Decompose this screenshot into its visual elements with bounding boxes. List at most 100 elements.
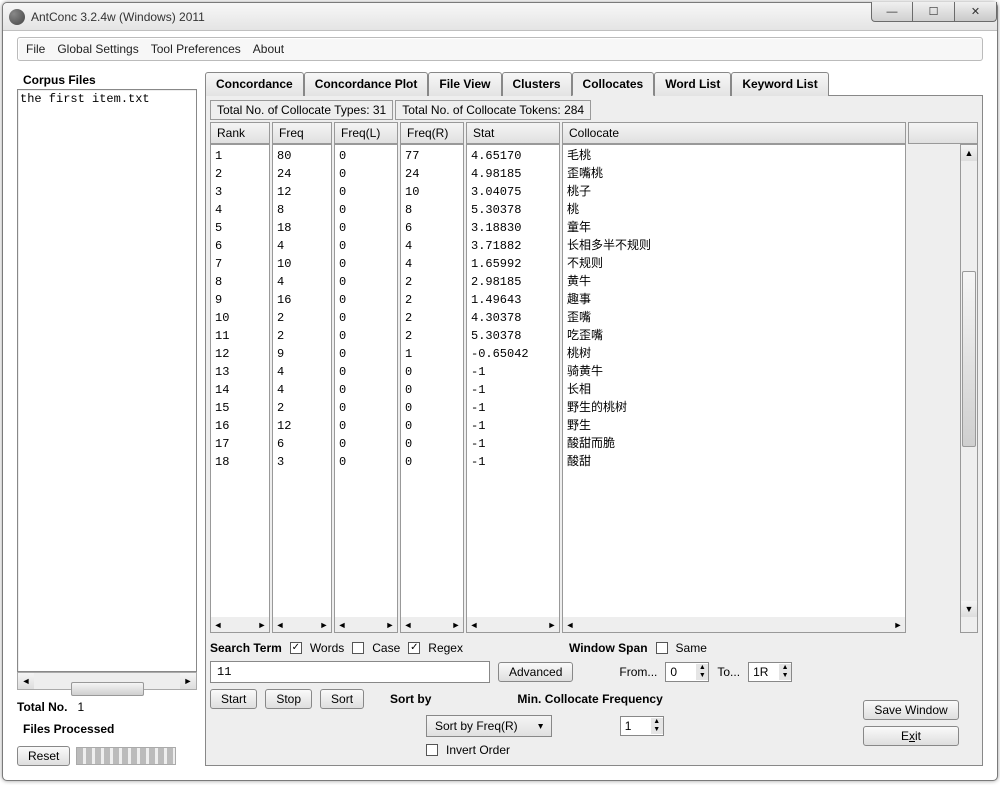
corpus-file-item[interactable]: the first item.txt [20,92,194,106]
table-cell: 0 [405,381,459,399]
tab-collocates[interactable]: Collocates [572,72,655,96]
column-hscroll[interactable]: ◄► [272,617,332,633]
to-spinner[interactable]: ▲▼ [748,662,792,682]
table-cell: 4 [215,201,265,219]
sort-button[interactable]: Sort [320,689,364,709]
column-body-stat[interactable]: 4.651704.981853.040755.303783.188303.718… [466,144,560,618]
invert-order-checkbox[interactable] [426,744,438,756]
table-cell: 0 [339,327,393,345]
scroll-right-icon[interactable]: ► [317,620,331,630]
column-hscroll[interactable]: ◄► [466,617,560,633]
table-cell: 0 [339,237,393,255]
from-spinner[interactable]: ▲▼ [665,662,709,682]
scroll-left-icon[interactable]: ◄ [335,620,349,630]
table-cell: 野生 [567,417,901,435]
regex-checkbox[interactable]: ✓ [408,642,420,654]
scroll-right-icon[interactable]: ► [449,620,463,630]
scroll-left-icon[interactable]: ◄ [401,620,415,630]
table-cell: 12 [277,417,327,435]
scroll-right-icon[interactable]: ► [180,673,196,689]
column-header-collocate[interactable]: Collocate [562,122,906,144]
spin-up-icon[interactable]: ▲ [651,718,663,726]
column-hscroll[interactable]: ◄► [400,617,464,633]
sortby-dropdown[interactable]: Sort by Freq(R) ▸ [426,715,552,737]
table-cell: 2.98185 [471,273,555,291]
table-cell: 0 [339,345,393,363]
advanced-button[interactable]: Advanced [498,662,573,682]
scroll-left-icon[interactable]: ◄ [467,620,481,630]
tab-clusters[interactable]: Clusters [502,72,572,96]
spin-down-icon[interactable]: ▼ [651,726,663,734]
tab-keyword-list[interactable]: Keyword List [731,72,828,96]
case-checkbox[interactable] [352,642,364,654]
spin-down-icon[interactable]: ▼ [779,672,791,680]
column-header-freql[interactable]: Freq(L) [334,122,398,144]
table-cell: 8 [215,273,265,291]
table-cell: 7 [215,255,265,273]
spin-down-icon[interactable]: ▼ [696,672,708,680]
scroll-left-icon[interactable]: ◄ [18,673,34,689]
reset-button[interactable]: Reset [17,746,70,766]
column-hscroll[interactable]: ◄► [562,617,906,633]
scroll-right-icon[interactable]: ► [891,620,905,630]
column-body-freql[interactable]: 000000000000000000 [334,144,398,618]
scroll-down-icon[interactable]: ▼ [961,601,977,617]
scroll-up-icon[interactable]: ▲ [961,145,977,161]
column-header-freqr[interactable]: Freq(R) [400,122,464,144]
column-header-stat[interactable]: Stat [466,122,560,144]
total-no-label: Total No. [17,700,67,714]
menu-tool-preferences[interactable]: Tool Preferences [151,42,241,56]
corpus-hscroll[interactable]: ◄ ► [17,672,197,690]
tab-concordance-plot[interactable]: Concordance Plot [304,72,429,96]
scroll-right-icon[interactable]: ► [255,620,269,630]
save-window-button[interactable]: Save Window [863,700,959,720]
column-body-freq[interactable]: 8024128184104162294421263 [272,144,332,618]
tab-word-list[interactable]: Word List [654,72,731,96]
invert-order-label: Invert Order [446,743,510,757]
tab-file-view[interactable]: File View [428,72,501,96]
start-button[interactable]: Start [210,689,257,709]
corpus-files-list[interactable]: the first item.txt [17,89,197,672]
table-cell: 3.04075 [471,183,555,201]
scroll-left-icon[interactable]: ◄ [273,620,287,630]
menu-global-settings[interactable]: Global Settings [57,42,138,56]
column-body-rank[interactable]: 123456789101112131415161718 [210,144,270,618]
table-cell: 11 [215,327,265,345]
table-cell: 4 [405,255,459,273]
scroll-right-icon[interactable]: ► [545,620,559,630]
from-value[interactable] [666,663,696,681]
table-vscroll[interactable]: ▲▼ [960,144,978,618]
menu-file[interactable]: File [26,42,45,56]
column-header-rank[interactable]: Rank [210,122,270,144]
spin-up-icon[interactable]: ▲ [696,664,708,672]
scroll-thumb[interactable] [71,682,144,696]
scroll-thumb[interactable] [962,271,976,447]
minimize-button[interactable]: — [871,2,913,22]
scroll-left-icon[interactable]: ◄ [563,620,577,630]
words-checkbox[interactable]: ✓ [290,642,302,654]
column-hscroll[interactable]: ◄► [334,617,398,633]
table-cell: 3 [277,453,327,471]
column-body-collocate[interactable]: 毛桃歪嘴桃桃子桃童年长相多半不规则不规则黄牛趣事歪嘴吃歪嘴桃树骑黄牛长相野生的桃… [562,144,906,618]
table-cell: 0 [339,309,393,327]
table-cell: 2 [277,327,327,345]
spin-up-icon[interactable]: ▲ [779,664,791,672]
maximize-button[interactable]: ☐ [913,2,955,22]
exit-button[interactable]: Exit [863,726,959,746]
search-input[interactable] [210,661,490,683]
to-value[interactable] [749,663,779,681]
column-body-freqr[interactable]: 772410864422221000000 [400,144,464,618]
min-freq-value[interactable] [621,717,651,735]
column-hscroll[interactable]: ◄► [210,617,270,633]
table-cell: 80 [277,147,327,165]
menu-about[interactable]: About [253,42,284,56]
tab-concordance[interactable]: Concordance [205,72,304,96]
min-freq-spinner[interactable]: ▲▼ [620,716,664,736]
close-button[interactable]: ✕ [955,2,997,22]
stop-button[interactable]: Stop [265,689,312,709]
table-cell: 16 [277,291,327,309]
scroll-right-icon[interactable]: ► [383,620,397,630]
column-header-freq[interactable]: Freq [272,122,332,144]
same-checkbox[interactable] [656,642,668,654]
scroll-left-icon[interactable]: ◄ [211,620,225,630]
